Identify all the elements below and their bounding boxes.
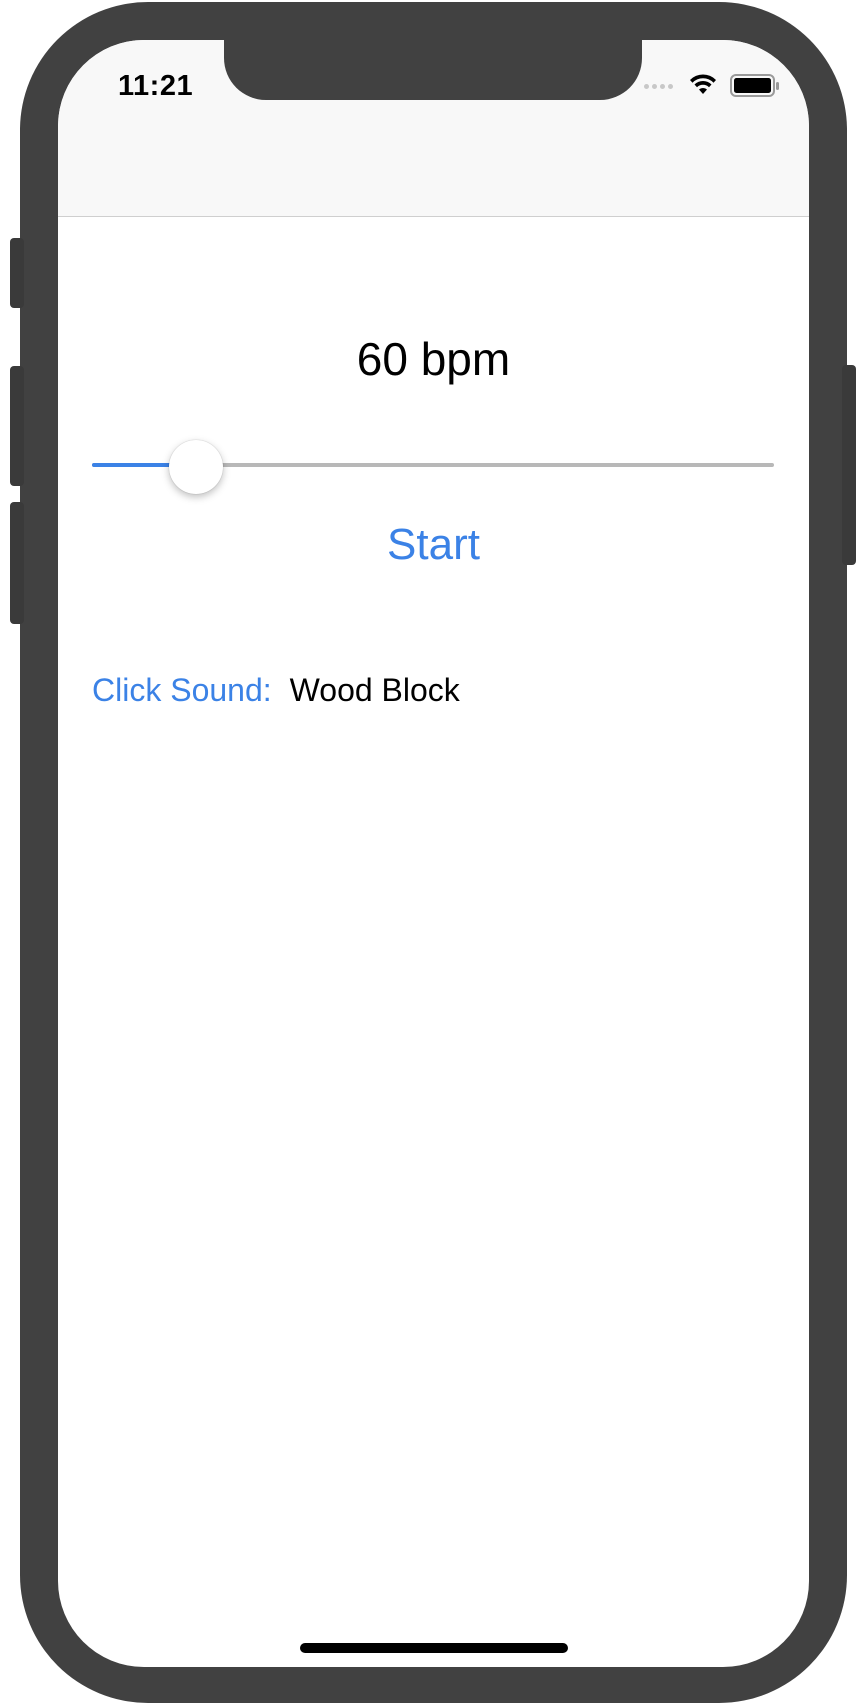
volume-down-button xyxy=(10,502,24,624)
volume-up-button xyxy=(10,366,24,486)
signal-dots-icon xyxy=(644,84,673,89)
home-indicator[interactable] xyxy=(300,1643,568,1653)
power-button xyxy=(842,365,856,565)
screen: 11:21 60 bpm Start Click Sound: Wood Blo… xyxy=(58,40,809,1667)
slider-thumb[interactable] xyxy=(169,440,223,494)
status-time: 11:21 xyxy=(118,70,194,102)
battery-icon xyxy=(730,74,779,97)
tempo-slider[interactable] xyxy=(92,440,774,494)
wifi-icon xyxy=(690,74,716,94)
notch xyxy=(224,40,642,100)
click-sound-button[interactable]: Click Sound: xyxy=(92,672,272,709)
click-sound-row: Click Sound: Wood Block xyxy=(92,672,460,709)
mute-switch xyxy=(10,238,24,308)
status-icons xyxy=(644,72,784,100)
bpm-label: 60 bpm xyxy=(356,333,511,385)
navigation-bar: 11:21 xyxy=(58,40,809,217)
start-button[interactable]: Start xyxy=(58,520,809,570)
click-sound-value: Wood Block xyxy=(289,672,460,708)
